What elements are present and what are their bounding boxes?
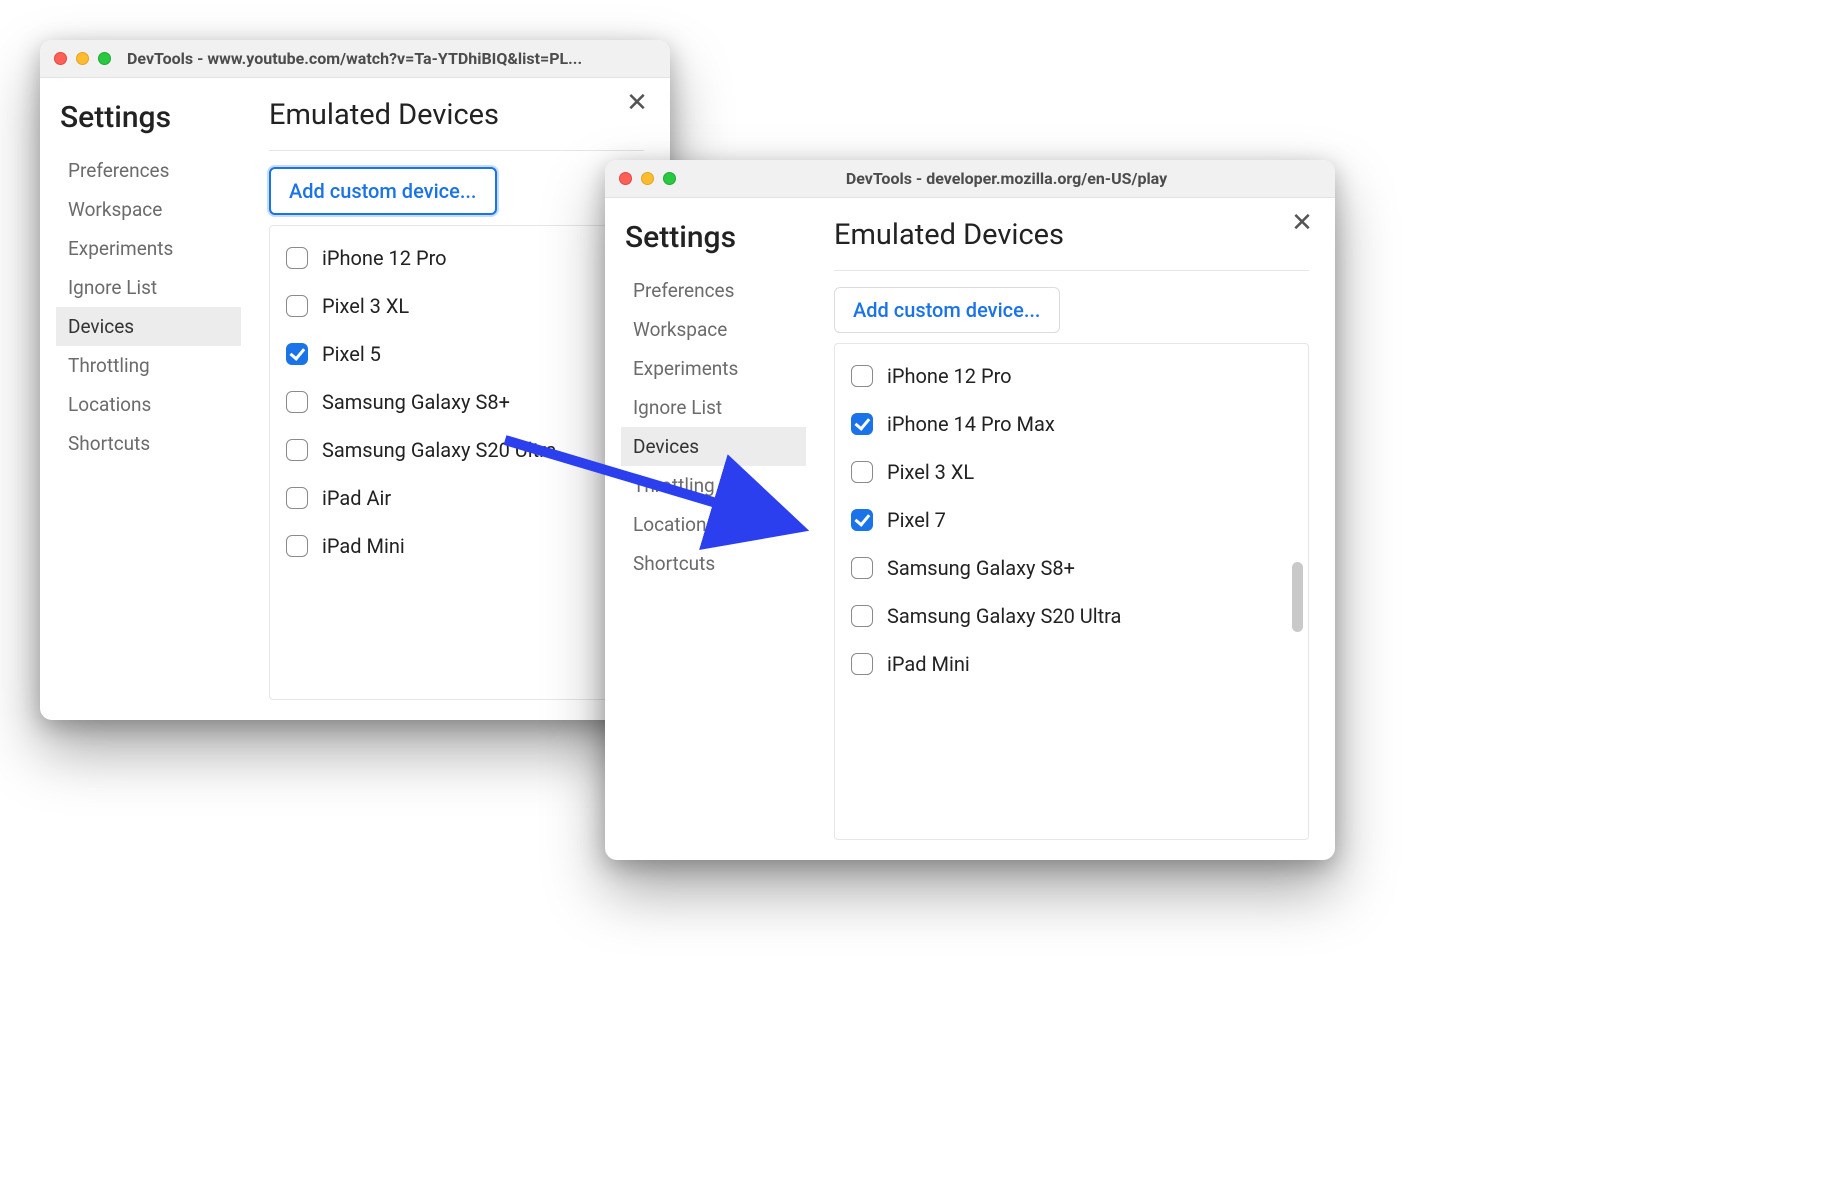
checkbox[interactable]: [286, 343, 308, 365]
device-label: Pixel 3 XL: [887, 460, 974, 484]
device-row[interactable]: Samsung Galaxy S8+: [851, 544, 1292, 592]
panel-title: Emulated Devices: [834, 218, 1309, 271]
traffic-lights: [54, 52, 111, 65]
sidebar-item-locations[interactable]: Locations: [56, 385, 241, 424]
sidebar-item-preferences[interactable]: Preferences: [621, 271, 806, 310]
settings-heading: Settings: [625, 220, 806, 255]
devtools-window-left: DevTools - www.youtube.com/watch?v=Ta-YT…: [40, 40, 670, 720]
device-label: iPhone 12 Pro: [322, 246, 447, 270]
device-list: iPhone 12 Pro iPhone 14 Pro Max Pixel 3 XL…: [834, 343, 1309, 840]
maximize-icon[interactable]: [663, 172, 676, 185]
settings-sidebar: Settings PreferencesWorkspaceExperiments…: [621, 214, 806, 840]
sidebar-item-workspace[interactable]: Workspace: [621, 310, 806, 349]
checkbox[interactable]: [851, 461, 873, 483]
minimize-icon[interactable]: [641, 172, 654, 185]
sidebar-item-experiments[interactable]: Experiments: [56, 229, 241, 268]
device-row[interactable]: iPhone 14 Pro Max: [851, 400, 1292, 448]
device-label: Samsung Galaxy S8+: [322, 390, 510, 414]
sidebar-item-ignore-list[interactable]: Ignore List: [56, 268, 241, 307]
settings-main: Emulated Devices Add custom device... iP…: [806, 214, 1319, 840]
checkbox[interactable]: [851, 557, 873, 579]
device-row[interactable]: iPad Air: [286, 474, 627, 522]
device-label: iPad Mini: [322, 534, 405, 558]
sidebar-item-throttling[interactable]: Throttling: [621, 466, 806, 505]
device-row[interactable]: Pixel 5: [286, 330, 627, 378]
sidebar-item-experiments[interactable]: Experiments: [621, 349, 806, 388]
device-row[interactable]: Samsung Galaxy S20 Ultra: [851, 592, 1292, 640]
sidebar-item-workspace[interactable]: Workspace: [56, 190, 241, 229]
settings-sidebar: Settings PreferencesWorkspaceExperiments…: [56, 94, 241, 700]
panel-close-button[interactable]: ✕: [622, 88, 652, 118]
devtools-window-right: DevTools - developer.mozilla.org/en-US/p…: [605, 160, 1335, 860]
device-label: Pixel 5: [322, 342, 381, 366]
sidebar-item-shortcuts[interactable]: Shortcuts: [621, 544, 806, 583]
checkbox[interactable]: [286, 487, 308, 509]
maximize-icon[interactable]: [98, 52, 111, 65]
add-custom-device-button[interactable]: Add custom device...: [834, 287, 1060, 333]
titlebar[interactable]: DevTools - www.youtube.com/watch?v=Ta-YT…: [40, 40, 670, 78]
close-icon[interactable]: [619, 172, 632, 185]
titlebar[interactable]: DevTools - developer.mozilla.org/en-US/p…: [605, 160, 1335, 198]
checkbox[interactable]: [286, 391, 308, 413]
device-row[interactable]: Samsung Galaxy S20 Ultra: [286, 426, 627, 474]
device-label: iPad Air: [322, 486, 391, 510]
scrollbar-thumb[interactable]: [1292, 562, 1303, 632]
device-row[interactable]: iPad Mini: [286, 522, 627, 570]
window-title: DevTools - www.youtube.com/watch?v=Ta-YT…: [127, 49, 656, 68]
checkbox[interactable]: [286, 439, 308, 461]
panel-title: Emulated Devices: [269, 98, 644, 151]
sidebar-item-devices[interactable]: Devices: [621, 427, 806, 466]
device-row[interactable]: iPhone 12 Pro: [286, 234, 627, 282]
checkbox[interactable]: [286, 535, 308, 557]
sidebar-item-locations[interactable]: Locations: [621, 505, 806, 544]
device-row[interactable]: Samsung Galaxy S8+: [286, 378, 627, 426]
device-label: iPad Mini: [887, 652, 970, 676]
scrollbar[interactable]: [1291, 352, 1305, 831]
device-label: Pixel 3 XL: [322, 294, 409, 318]
checkbox[interactable]: [286, 295, 308, 317]
device-row[interactable]: Pixel 3 XL: [851, 448, 1292, 496]
sidebar-item-preferences[interactable]: Preferences: [56, 151, 241, 190]
traffic-lights: [619, 172, 676, 185]
device-list: iPhone 12 Pro Pixel 3 XL Pixel 5 Samsung Ga…: [269, 225, 644, 700]
settings-main: Emulated Devices Add custom device... iP…: [241, 94, 654, 700]
checkbox[interactable]: [851, 509, 873, 531]
close-icon[interactable]: [54, 52, 67, 65]
settings-heading: Settings: [60, 100, 241, 135]
checkbox[interactable]: [851, 413, 873, 435]
window-title: DevTools - developer.mozilla.org/en-US/p…: [692, 169, 1321, 188]
sidebar-item-throttling[interactable]: Throttling: [56, 346, 241, 385]
device-label: iPhone 14 Pro Max: [887, 412, 1055, 436]
sidebar-item-shortcuts[interactable]: Shortcuts: [56, 424, 241, 463]
device-row[interactable]: Pixel 7: [851, 496, 1292, 544]
checkbox[interactable]: [851, 605, 873, 627]
device-row[interactable]: iPad Mini: [851, 640, 1292, 688]
checkbox[interactable]: [851, 653, 873, 675]
device-label: iPhone 12 Pro: [887, 364, 1012, 388]
device-label: Pixel 7: [887, 508, 946, 532]
checkbox[interactable]: [286, 247, 308, 269]
sidebar-item-ignore-list[interactable]: Ignore List: [621, 388, 806, 427]
device-row[interactable]: Pixel 3 XL: [286, 282, 627, 330]
device-row[interactable]: iPhone 12 Pro: [851, 352, 1292, 400]
device-label: Samsung Galaxy S20 Ultra: [322, 438, 556, 462]
sidebar-item-devices[interactable]: Devices: [56, 307, 241, 346]
minimize-icon[interactable]: [76, 52, 89, 65]
device-label: Samsung Galaxy S20 Ultra: [887, 604, 1121, 628]
checkbox[interactable]: [851, 365, 873, 387]
add-custom-device-button[interactable]: Add custom device...: [269, 167, 497, 215]
panel-close-button[interactable]: ✕: [1287, 208, 1317, 238]
device-label: Samsung Galaxy S8+: [887, 556, 1075, 580]
